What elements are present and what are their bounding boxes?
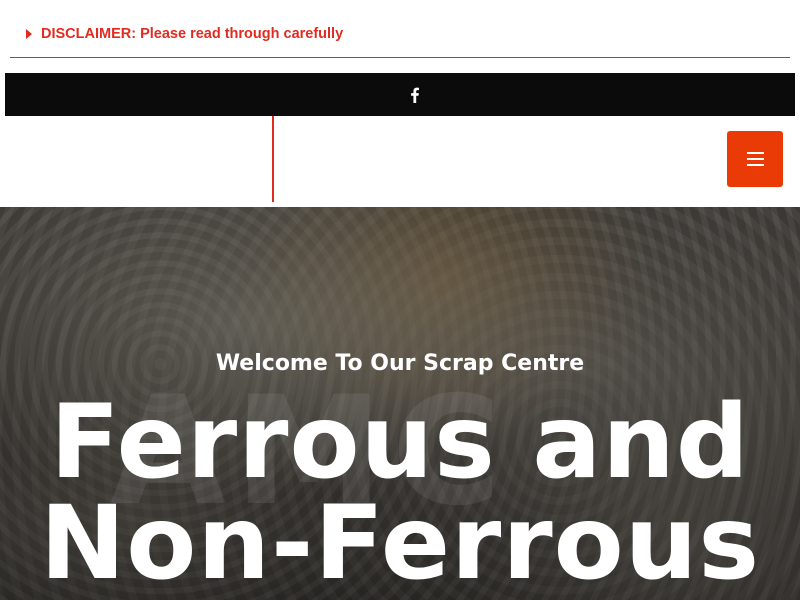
menu-toggle-button[interactable] xyxy=(727,131,783,187)
disclaimer-accordion-toggle[interactable]: DISCLAIMER: Please read through carefull… xyxy=(10,10,790,58)
disclaimer-label: DISCLAIMER: Please read through carefull… xyxy=(41,25,344,42)
hero-title-line2: Non-Ferrous xyxy=(39,484,761,600)
hero-title-line1: Ferrous and xyxy=(50,383,750,502)
hero-content: Welcome To Our Scrap Centre Ferrous and … xyxy=(0,207,800,600)
site-header xyxy=(5,116,795,202)
logo-area[interactable] xyxy=(5,116,273,202)
caret-right-icon xyxy=(26,29,32,39)
hero-banner: AMC Welcome To Our Scrap Centre Ferrous … xyxy=(0,207,800,600)
hero-kicker: Welcome To Our Scrap Centre xyxy=(215,351,585,376)
facebook-icon[interactable] xyxy=(407,87,423,103)
header-divider xyxy=(272,116,274,202)
hamburger-menu-icon xyxy=(746,152,764,154)
social-bar xyxy=(5,73,795,116)
